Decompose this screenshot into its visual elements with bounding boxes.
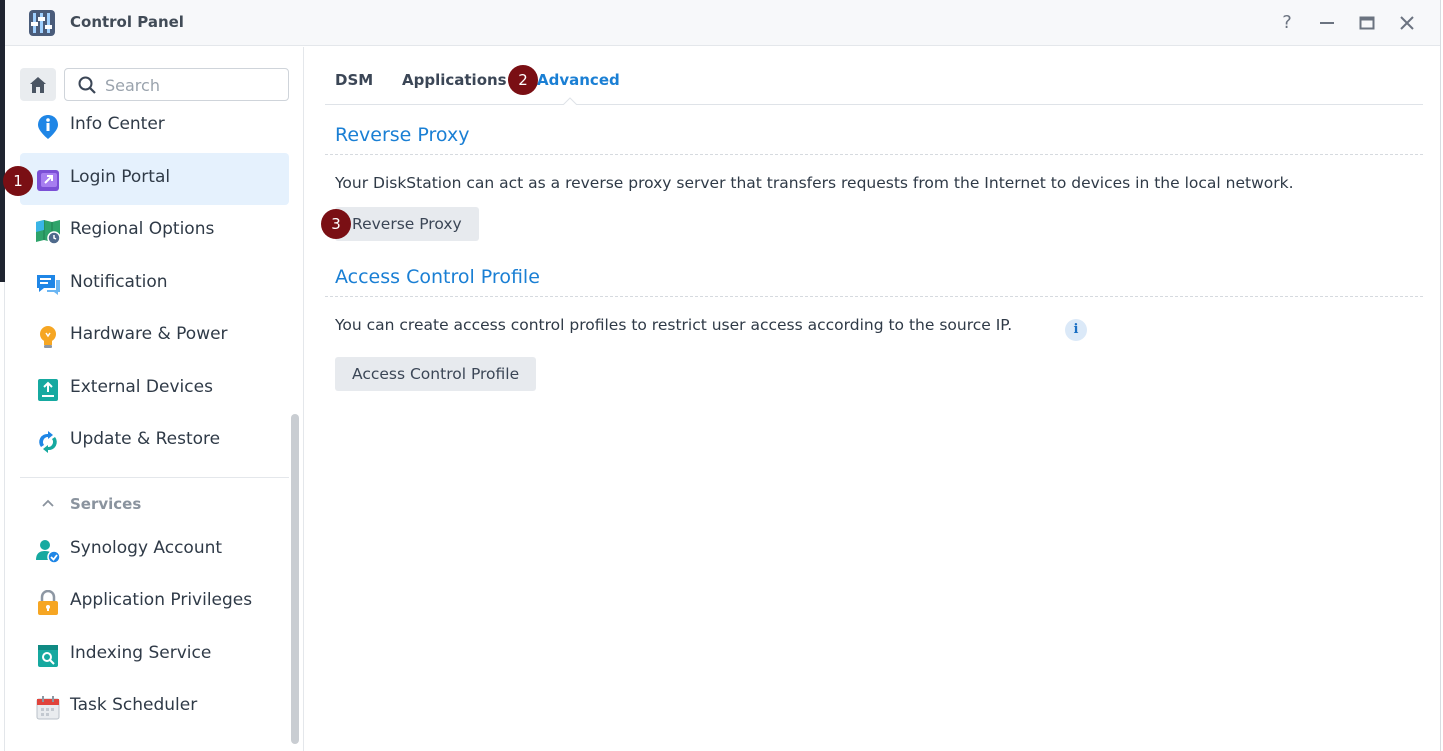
hardware-power-icon [40, 326, 56, 348]
reverse-proxy-button[interactable]: Reverse Proxy [335, 207, 479, 241]
sidebar-item-update-restore[interactable]: Update & Restore [20, 415, 289, 467]
search-icon [78, 76, 96, 94]
sidebar-item-info-center[interactable]: Info Center [20, 100, 289, 152]
reverse-proxy-title: Reverse Proxy [335, 124, 470, 146]
services-section-header[interactable]: Services [20, 487, 289, 521]
window-title: Control Panel [70, 13, 184, 31]
section-divider [325, 296, 1423, 297]
task-scheduler-icon [36, 696, 60, 720]
notification-icon [37, 275, 60, 295]
minimize-icon [1320, 22, 1334, 24]
sidebar-item-synology-account[interactable]: Synology Account [20, 524, 289, 576]
home-button[interactable] [20, 68, 56, 101]
application-privileges-icon [38, 590, 58, 615]
login-portal-icon [37, 170, 59, 191]
update-restore-icon [39, 431, 57, 453]
title-bar: Control Panel ? [5, 0, 1440, 46]
tab-dsm[interactable]: DSM [335, 71, 373, 89]
access-control-description: You can create access control profiles t… [335, 316, 1013, 334]
access-control-profile-button[interactable]: Access Control Profile [335, 357, 537, 391]
regional-options-icon [36, 220, 61, 245]
search-input[interactable] [105, 73, 280, 97]
sidebar-item-label: Application Privileges [70, 590, 253, 610]
access-control-title: Access Control Profile [335, 266, 540, 288]
services-header-label: Services [70, 495, 142, 513]
synology-account-icon [36, 540, 61, 564]
sidebar-item-regional-options[interactable]: Regional Options [20, 205, 289, 257]
sidebar-item-external-devices[interactable]: External Devices [20, 363, 289, 415]
tab-applications[interactable]: Applications [402, 71, 507, 89]
sidebar-scrollbar[interactable] [291, 414, 299, 744]
sidebar-item-login-portal[interactable]: Login Portal [20, 153, 289, 205]
step-marker-3: 3 [321, 209, 351, 239]
sidebar-divider [20, 477, 289, 478]
help-button[interactable]: ? [1274, 10, 1300, 36]
sidebar-item-label: Indexing Service [70, 643, 212, 663]
close-button[interactable] [1394, 10, 1420, 36]
tab-bar: DSM Applications Advanced [325, 47, 1423, 105]
close-icon [1400, 16, 1414, 30]
control-panel-icon [29, 10, 55, 36]
sidebar-item-label: Synology Account [70, 538, 223, 558]
indexing-service-icon [38, 645, 58, 667]
chevron-up-icon [42, 499, 54, 507]
tab-advanced[interactable]: Advanced [537, 71, 620, 89]
maximize-button[interactable] [1354, 10, 1380, 36]
step-marker-1: 1 [3, 166, 33, 196]
sidebar-item-label: Notification [70, 272, 168, 292]
info-icon[interactable]: i [1065, 319, 1087, 341]
home-icon [30, 77, 46, 93]
sidebar-item-label: Hardware & Power [70, 324, 228, 344]
sidebar-item-label: Task Scheduler [70, 695, 198, 715]
step-marker-2: 2 [508, 65, 538, 95]
sidebar-item-indexing-service[interactable]: Indexing Service [20, 629, 289, 681]
sidebar-item-label: Info Center [70, 114, 165, 134]
sidebar-item-label: Regional Options [70, 219, 215, 239]
minimize-button[interactable] [1314, 10, 1340, 36]
maximize-icon [1359, 16, 1375, 30]
sidebar-item-label: External Devices [70, 377, 213, 397]
sidebar-item-label: Update & Restore [70, 429, 221, 449]
active-tab-caret [563, 97, 577, 105]
reverse-proxy-description: Your DiskStation can act as a reverse pr… [335, 174, 1294, 192]
sidebar-item-notification[interactable]: Notification [20, 258, 289, 310]
sidebar-item-hardware-power[interactable]: Hardware & Power [20, 310, 289, 362]
external-devices-icon [38, 379, 58, 401]
section-divider [325, 154, 1423, 155]
sidebar-item-label: Login Portal [70, 167, 171, 187]
search-box [64, 68, 289, 101]
sidebar-item-application-privileges[interactable]: Application Privileges [20, 576, 289, 628]
info-center-icon [38, 115, 58, 139]
sidebar-item-task-scheduler[interactable]: Task Scheduler [20, 681, 289, 733]
sidebar: Info Center Login Portal Regional Option… [5, 47, 304, 751]
main-content: DSM Applications Advanced Reverse Proxy … [305, 47, 1440, 751]
